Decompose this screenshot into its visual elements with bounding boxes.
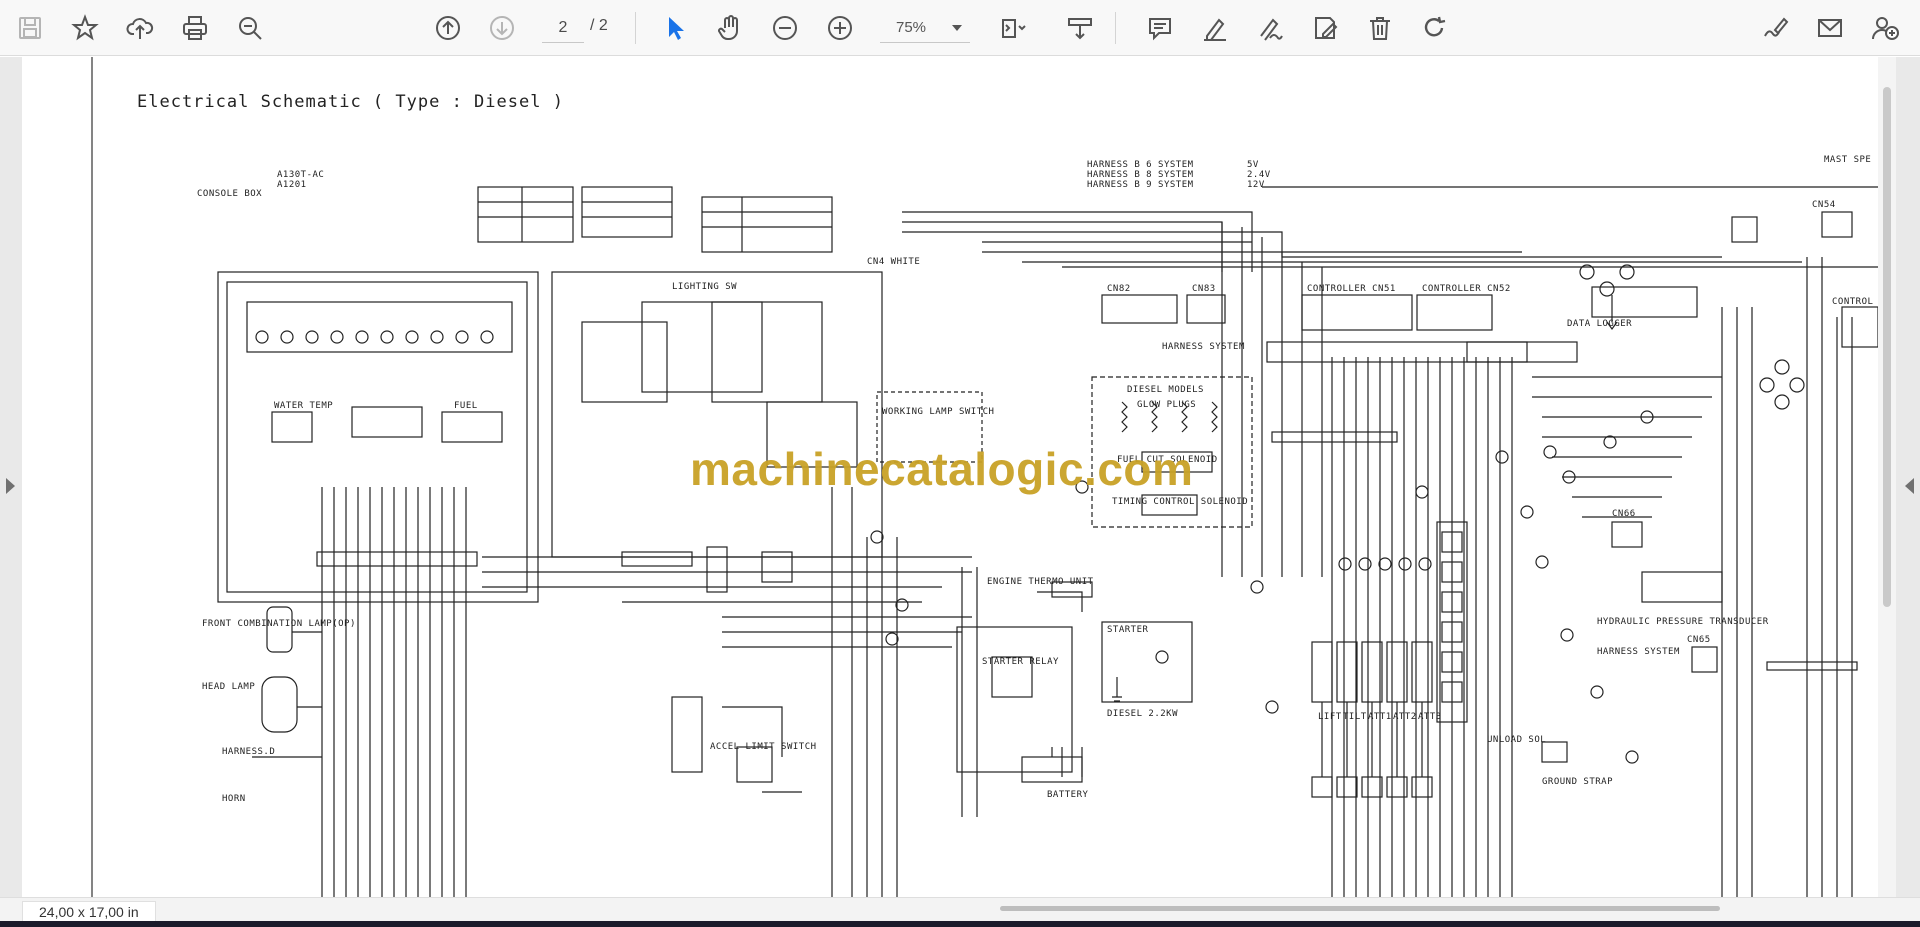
label-horn: HORN: [222, 794, 246, 804]
label-harness-system: HARNESS SYSTEM: [1162, 342, 1245, 352]
vertical-scrollbar[interactable]: [1878, 57, 1896, 903]
redo-icon[interactable]: [1415, 8, 1455, 48]
fill-sign-icon[interactable]: [1755, 8, 1795, 48]
label-12v: 12V: [1247, 180, 1265, 190]
label-harness-b6: HARNESS B 6 SYSTEM: [1087, 160, 1194, 170]
page-number-input[interactable]: [542, 13, 584, 43]
label-head-lamp: HEAD LAMP: [202, 682, 256, 692]
label-data-logger: DATA LOGGER: [1567, 319, 1633, 329]
label-glow-plugs: GLOW PLUGS: [1137, 400, 1197, 410]
label-controller-cn51: CONTROLLER CN51: [1307, 284, 1396, 294]
label-a130t: A130T-AC: [277, 170, 325, 180]
label-battery: BATTERY: [1047, 790, 1089, 800]
toolbar: / 2 75%: [0, 0, 1920, 56]
document-viewer[interactable]: Electrical Schematic ( Type : Diesel ) C…: [0, 57, 1920, 903]
label-mast-spec: MAST SPE: [1824, 155, 1872, 165]
label-cn4-white: CN4 WHITE: [867, 257, 921, 267]
label-engine-thermo-unit: ENGINE THERMO UNIT: [987, 577, 1094, 587]
highlight-pen-icon[interactable]: [1195, 8, 1235, 48]
vertical-scrollbar-thumb[interactable]: [1883, 87, 1891, 607]
label-cn65: CN65: [1687, 635, 1711, 645]
label-harness-b9: HARNESS B 9 SYSTEM: [1087, 180, 1194, 190]
label-harness-system-2: HARNESS SYSTEM: [1597, 647, 1680, 657]
page-size-indicator: 24,00 x 17,00 in: [22, 901, 156, 923]
label-front-combination-lamp: FRONT COMBINATION LAMP(OP): [202, 619, 356, 629]
toolbar-divider: [635, 12, 636, 44]
label-diesel-models: DIESEL MODELS: [1127, 385, 1204, 395]
previous-page-icon[interactable]: [428, 8, 468, 48]
os-taskbar: [0, 921, 1920, 927]
schematic-title: Electrical Schematic ( Type : Diesel ): [137, 92, 564, 112]
label-controller-cn52: CONTROLLER CN52: [1422, 284, 1511, 294]
label-starter: STARTER: [1107, 625, 1149, 635]
label-fuel: FUEL: [454, 401, 478, 411]
zoom-search-icon[interactable]: [230, 8, 270, 48]
zoom-value: 75%: [896, 19, 927, 36]
select-cursor-icon[interactable]: [655, 8, 695, 48]
label-working-lamp-switch: WORKING LAMP SWITCH: [882, 407, 995, 417]
label-att2: ATT2: [1393, 712, 1417, 722]
label-a1201: A1201: [277, 180, 307, 190]
label-5v: 5V: [1247, 160, 1259, 170]
label-harness-b8: HARNESS B 8 SYSTEM: [1087, 170, 1194, 180]
zoom-out-icon[interactable]: [765, 8, 805, 48]
next-page-icon[interactable]: [482, 8, 522, 48]
fit-page-icon[interactable]: [992, 8, 1032, 48]
bookmark-star-icon[interactable]: [65, 8, 105, 48]
label-water-temp: WATER TEMP: [274, 401, 334, 411]
label-att3: ATT3: [1418, 712, 1442, 722]
label-accel-limit-switch: ACCEL LIMIT SWITCH: [710, 742, 817, 752]
label-cn82: CN82: [1107, 284, 1131, 294]
label-hydraulic-pressure-transducer: HYDRAULIC PRESSURE TRANSDUCER: [1597, 617, 1769, 627]
scroll-mode-icon[interactable]: [1060, 8, 1100, 48]
label-console-box: CONSOLE BOX: [197, 189, 263, 199]
horizontal-scrollbar-thumb[interactable]: [1000, 906, 1720, 911]
label-cn83: CN83: [1192, 284, 1216, 294]
label-cn54: CN54: [1812, 200, 1836, 210]
hand-tool-icon[interactable]: [710, 8, 750, 48]
label-cn66: CN66: [1612, 509, 1636, 519]
add-user-icon[interactable]: [1865, 8, 1905, 48]
page-total: / 2: [590, 17, 608, 34]
label-starter-relay: STARTER RELAY: [982, 657, 1059, 667]
label-tilt: TILT: [1343, 712, 1367, 722]
label-diesel-22kw: DIESEL 2.2KW: [1107, 709, 1179, 719]
watermark: machinecatalogic.com: [690, 443, 1194, 495]
label-lighting-sw: LIGHTING SW: [672, 282, 738, 292]
zoom-select[interactable]: 75%: [880, 13, 970, 43]
label-harness-d: HARNESS.D: [222, 747, 276, 757]
cloud-upload-icon[interactable]: [120, 8, 160, 48]
label-control: CONTROL: [1832, 297, 1874, 307]
previous-page-arrow-icon[interactable]: [6, 478, 15, 494]
label-timing-control-solenoid: TIMING CONTROL SOLENOID: [1112, 497, 1249, 507]
stamp-icon[interactable]: [1305, 8, 1345, 48]
next-page-arrow-icon[interactable]: [1905, 478, 1914, 494]
label-2-4v: 2.4V: [1247, 170, 1271, 180]
label-lift: LIFT: [1318, 712, 1342, 722]
label-ground-strap: GROUND STRAP: [1542, 777, 1614, 787]
chevron-down-icon: [952, 24, 962, 31]
save-icon[interactable]: [10, 8, 50, 48]
label-att1: ATT1: [1368, 712, 1392, 722]
email-icon[interactable]: [1810, 8, 1850, 48]
print-icon[interactable]: [175, 8, 215, 48]
draw-signature-icon[interactable]: [1250, 8, 1290, 48]
toolbar-divider: [1115, 12, 1116, 44]
zoom-in-icon[interactable]: [820, 8, 860, 48]
label-unload-sol: UNLOAD SOL: [1487, 735, 1547, 745]
delete-trash-icon[interactable]: [1360, 8, 1400, 48]
comment-icon[interactable]: [1140, 8, 1180, 48]
